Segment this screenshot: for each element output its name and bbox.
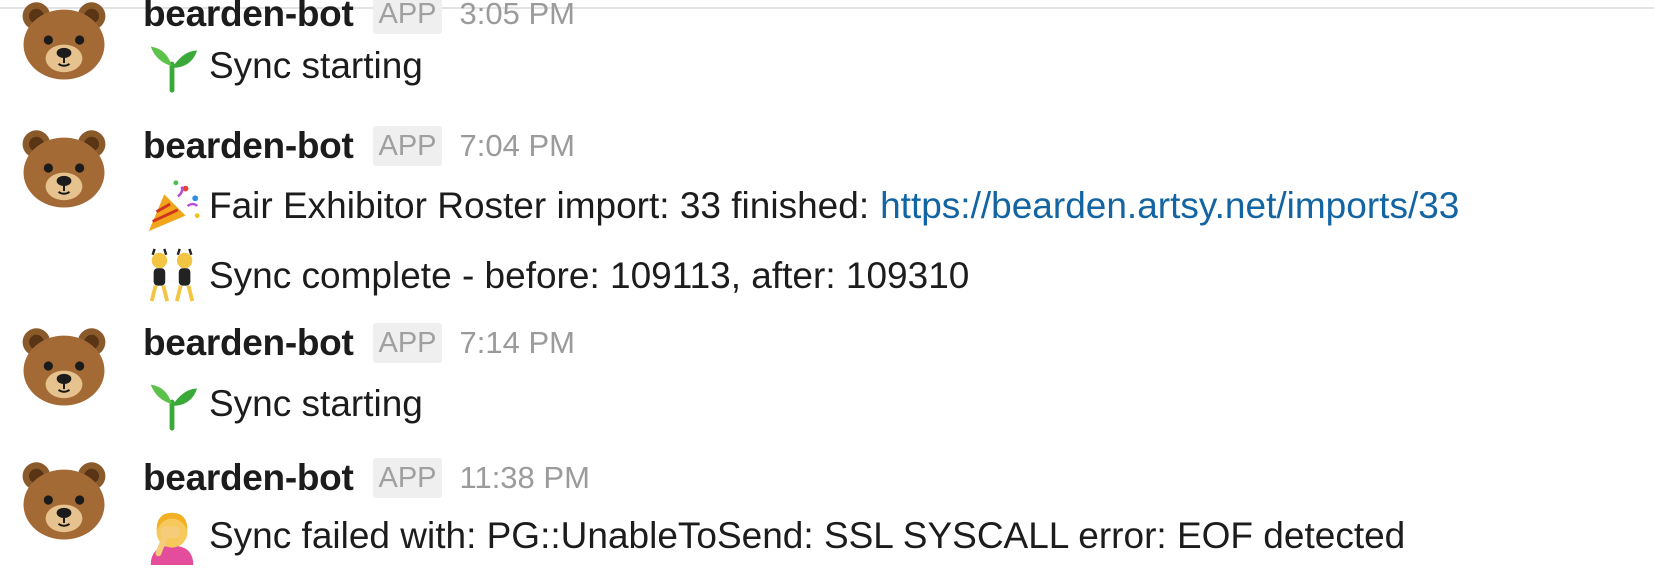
message-line: Sync failed with: PG::UnableToSend: SSL … <box>143 510 1405 562</box>
app-badge: APP <box>373 323 442 363</box>
message-header: bearden-bot APP 3:05 PM <box>143 0 575 36</box>
message-line: Fair Exhibitor Roster import: 33 finishe… <box>143 177 1459 235</box>
timestamp[interactable]: 7:14 PM <box>460 325 575 361</box>
app-badge: APP <box>373 126 442 166</box>
timestamp[interactable]: 7:04 PM <box>460 128 575 164</box>
message-text: Sync starting <box>209 45 423 86</box>
bear-avatar-icon[interactable] <box>18 0 110 86</box>
message-line: Sync starting <box>143 40 423 92</box>
sender-name[interactable]: bearden-bot <box>143 457 354 499</box>
message-line: Sync starting <box>143 378 423 430</box>
message-text: Sync failed with: PG::UnableToSend: SSL … <box>209 515 1406 556</box>
bear-avatar-icon[interactable] <box>18 454 110 546</box>
app-badge: APP <box>373 0 442 34</box>
message-header: bearden-bot APP 11:38 PM <box>143 456 590 500</box>
app-badge: APP <box>373 458 442 498</box>
message-text: Sync complete - before: 109113, after: 1… <box>209 255 970 296</box>
sender-name[interactable]: bearden-bot <box>143 0 354 35</box>
seedling-icon <box>143 37 201 95</box>
message-text: Fair Exhibitor Roster import: 33 finishe… <box>209 185 870 226</box>
message-header: bearden-bot APP 7:04 PM <box>143 124 575 168</box>
bear-avatar-icon[interactable] <box>18 122 110 214</box>
timestamp[interactable]: 11:38 PM <box>460 460 590 496</box>
sender-name[interactable]: bearden-bot <box>143 125 354 167</box>
sender-name[interactable]: bearden-bot <box>143 322 354 364</box>
party-popper-icon <box>143 177 201 235</box>
timestamp[interactable]: 3:05 PM <box>460 0 575 32</box>
seedling-icon <box>143 375 201 433</box>
bear-avatar-icon[interactable] <box>18 320 110 412</box>
dancers-icon <box>143 247 201 305</box>
import-link[interactable]: https://bearden.artsy.net/imports/33 <box>880 185 1459 227</box>
face-palm-icon <box>143 507 201 565</box>
message-text: Sync starting <box>209 383 423 424</box>
message-line: Sync complete - before: 109113, after: 1… <box>143 247 970 305</box>
message-header: bearden-bot APP 7:14 PM <box>143 321 575 365</box>
